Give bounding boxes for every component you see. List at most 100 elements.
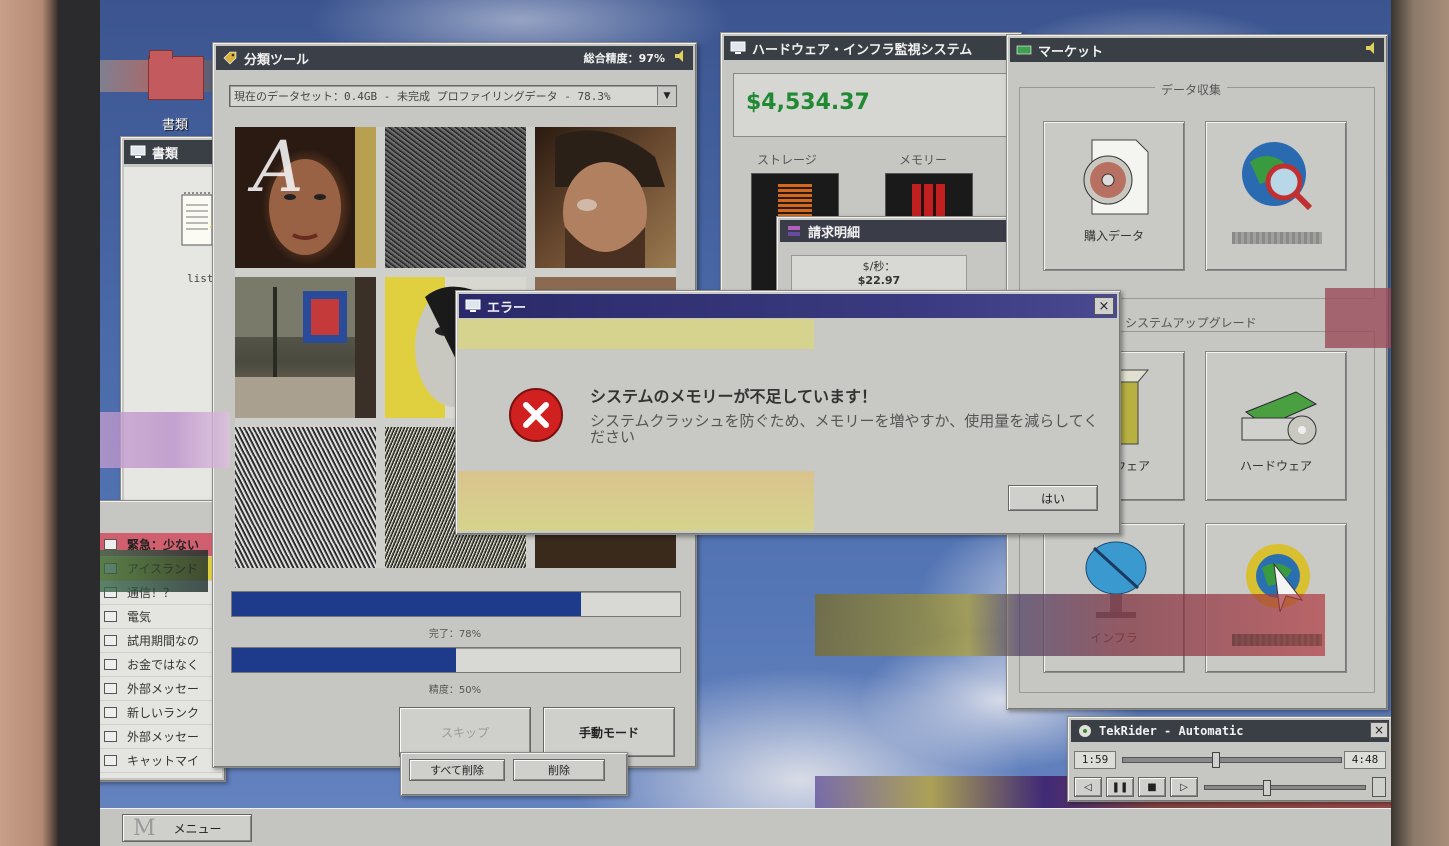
image-tile[interactable] bbox=[235, 277, 376, 418]
music-player-titlebar[interactable]: TekRider - Automatic bbox=[1071, 720, 1389, 742]
mail-list-item[interactable]: 外部メッセー bbox=[100, 677, 222, 701]
rate-label: $/秒： bbox=[862, 260, 896, 273]
accuracy-progress-bar bbox=[231, 647, 681, 673]
accuracy-progress-fill bbox=[232, 648, 456, 672]
computer-icon bbox=[730, 41, 746, 55]
market-title: マーケット bbox=[1038, 44, 1104, 60]
mail-list-window: 緊急：少ない アイスランド 通信！？ 電気 試用期間なの お金ではなく 外部メッセー 新しいラ… bbox=[100, 500, 226, 782]
mail-list-item[interactable]: 試用期間なの bbox=[100, 629, 222, 653]
monitor-bezel-right bbox=[1391, 0, 1449, 846]
error-message: システムクラッシュを防ぐため、メモリーを増やすか、使用量を減らしてください bbox=[590, 412, 1099, 446]
market-tile-globe-search[interactable] bbox=[1205, 121, 1347, 271]
mail-subject: 新しいランク bbox=[127, 706, 200, 720]
mail-icon bbox=[104, 731, 117, 742]
mail-list-item[interactable]: 週間です bbox=[100, 773, 222, 778]
text-file-icon[interactable] bbox=[180, 191, 216, 247]
ok-button[interactable]: はい bbox=[1008, 485, 1098, 511]
market-tile-hardware[interactable]: ハードウェア bbox=[1205, 351, 1347, 501]
upgrade-group-label: システムアップグレード bbox=[1119, 314, 1263, 331]
volume-slider[interactable] bbox=[1204, 780, 1366, 796]
mail-list-item[interactable]: お金ではなく bbox=[100, 653, 222, 677]
menu-logo-icon: M bbox=[133, 815, 156, 841]
speaker-icon[interactable] bbox=[1364, 41, 1378, 59]
taskbar: M メニュー bbox=[100, 808, 1391, 846]
desktop-folder-icon[interactable] bbox=[148, 50, 204, 100]
market-tile-buy-data[interactable]: 購入データ bbox=[1043, 121, 1185, 271]
start-menu-button[interactable]: M メニュー bbox=[122, 814, 252, 842]
balance-panel: $4,534.37 bbox=[733, 73, 1011, 137]
face-portrait-icon: A bbox=[247, 127, 376, 268]
close-button[interactable]: × bbox=[1094, 297, 1114, 315]
image-tile-corrupted[interactable] bbox=[235, 427, 376, 568]
delete-button[interactable]: 削除 bbox=[513, 759, 605, 781]
total-time: 4:48 bbox=[1344, 751, 1386, 769]
mail-list-item[interactable]: アイスランド bbox=[100, 557, 222, 581]
mail-list-item[interactable]: 通信！？ bbox=[100, 581, 222, 605]
start-menu-label: メニュー bbox=[173, 821, 222, 836]
close-button[interactable]: × bbox=[1370, 722, 1388, 738]
background-window: すべて削除 削除 bbox=[400, 752, 628, 796]
market-tile-globe-cursor[interactable] bbox=[1205, 523, 1347, 673]
image-tile[interactable] bbox=[535, 127, 676, 268]
data-disc-icon bbox=[1083, 139, 1149, 215]
market-tile-label: インフラ bbox=[1090, 631, 1138, 645]
man-portrait-icon bbox=[555, 130, 665, 268]
storage-label: ストレージ bbox=[751, 151, 823, 168]
error-dialog: エラー × システムのメモリーが不足しています！ システムクラッシュを防ぐため、… bbox=[455, 290, 1121, 535]
prev-button[interactable]: ◁ bbox=[1074, 777, 1102, 797]
accuracy-readout: 総合精度：97% bbox=[583, 52, 665, 65]
rate-value: $22.97 bbox=[857, 274, 901, 287]
mail-subject: 外部メッセー bbox=[127, 730, 200, 744]
dataset-select[interactable]: 現在のデータセット：0.4GB - 未完成 プロファイリングデータ - 78.3… bbox=[229, 85, 677, 107]
mail-icon bbox=[104, 707, 117, 718]
seek-slider[interactable] bbox=[1122, 752, 1342, 768]
next-button[interactable]: ▷ bbox=[1170, 777, 1198, 797]
complete-progress-bar bbox=[231, 591, 681, 617]
seek-thumb[interactable] bbox=[1212, 752, 1221, 768]
skip-button[interactable]: スキップ bbox=[399, 707, 531, 757]
mail-icon bbox=[104, 611, 117, 622]
mail-subject: 通信！？ bbox=[127, 586, 176, 600]
market-tile-infrastructure[interactable]: インフラ bbox=[1043, 523, 1185, 673]
monitor-bezel-left bbox=[0, 0, 60, 846]
elapsed-time: 1:59 bbox=[1074, 751, 1116, 769]
complete-progress-label: 完了：78% bbox=[428, 629, 482, 640]
locked-label-bar bbox=[1232, 232, 1322, 244]
satellite-dish-icon bbox=[1085, 541, 1147, 618]
mail-subject: アイスランド bbox=[127, 562, 199, 576]
stop-button[interactable]: ■ bbox=[1138, 777, 1166, 797]
card-icon bbox=[1016, 43, 1032, 57]
mail-list-item[interactable]: キャットマイ bbox=[100, 749, 222, 773]
billing-title: 請求明細 bbox=[808, 225, 861, 241]
volume-thumb[interactable] bbox=[1262, 780, 1271, 796]
volume-icon[interactable] bbox=[1372, 777, 1386, 797]
desktop: 書類 書類 job listing. 緊急：少ないアイスランド通信！？電気試用期… bbox=[100, 0, 1391, 846]
billing-titlebar[interactable]: 請求明細 bbox=[780, 220, 1006, 242]
monitor-titlebar[interactable]: ハードウェア・インフラ監視システム bbox=[724, 36, 1018, 60]
delete-all-button[interactable]: すべて削除 bbox=[409, 759, 505, 781]
error-icon bbox=[508, 387, 564, 443]
desktop-folder-label: 書類 bbox=[161, 118, 188, 133]
mail-subject: 試用期間なの bbox=[127, 634, 200, 648]
chevron-down-icon[interactable]: ▼ bbox=[657, 87, 676, 105]
documents-window-title: 書類 bbox=[152, 146, 179, 162]
mail-list-item[interactable]: 電気 bbox=[100, 605, 222, 629]
error-titlebar[interactable]: エラー bbox=[459, 294, 1117, 318]
mail-icon bbox=[104, 755, 117, 766]
mail-list-item[interactable]: 新しいランク bbox=[100, 701, 222, 725]
market-titlebar[interactable]: マーケット bbox=[1010, 38, 1384, 62]
mail-list-item[interactable]: 外部メッセー bbox=[100, 725, 222, 749]
manual-mode-button[interactable]: 手動モード bbox=[543, 707, 675, 757]
mail-list-item[interactable]: 緊急：少ない bbox=[100, 533, 222, 557]
image-tile[interactable]: A bbox=[235, 127, 376, 268]
classifier-titlebar[interactable]: 分類ツール 総合精度：97% bbox=[216, 46, 693, 70]
mail-icon bbox=[104, 659, 117, 670]
glitch-bar bbox=[458, 319, 814, 349]
mail-icon bbox=[104, 635, 117, 646]
error-heading: システムのメモリーが不足しています！ bbox=[590, 387, 878, 406]
image-tile-corrupted[interactable] bbox=[385, 127, 526, 268]
svg-text:A: A bbox=[247, 127, 304, 208]
mail-subject: 緊急：少ない bbox=[127, 538, 200, 552]
pause-button[interactable]: ❚❚ bbox=[1106, 777, 1134, 797]
speaker-icon[interactable] bbox=[673, 49, 687, 67]
